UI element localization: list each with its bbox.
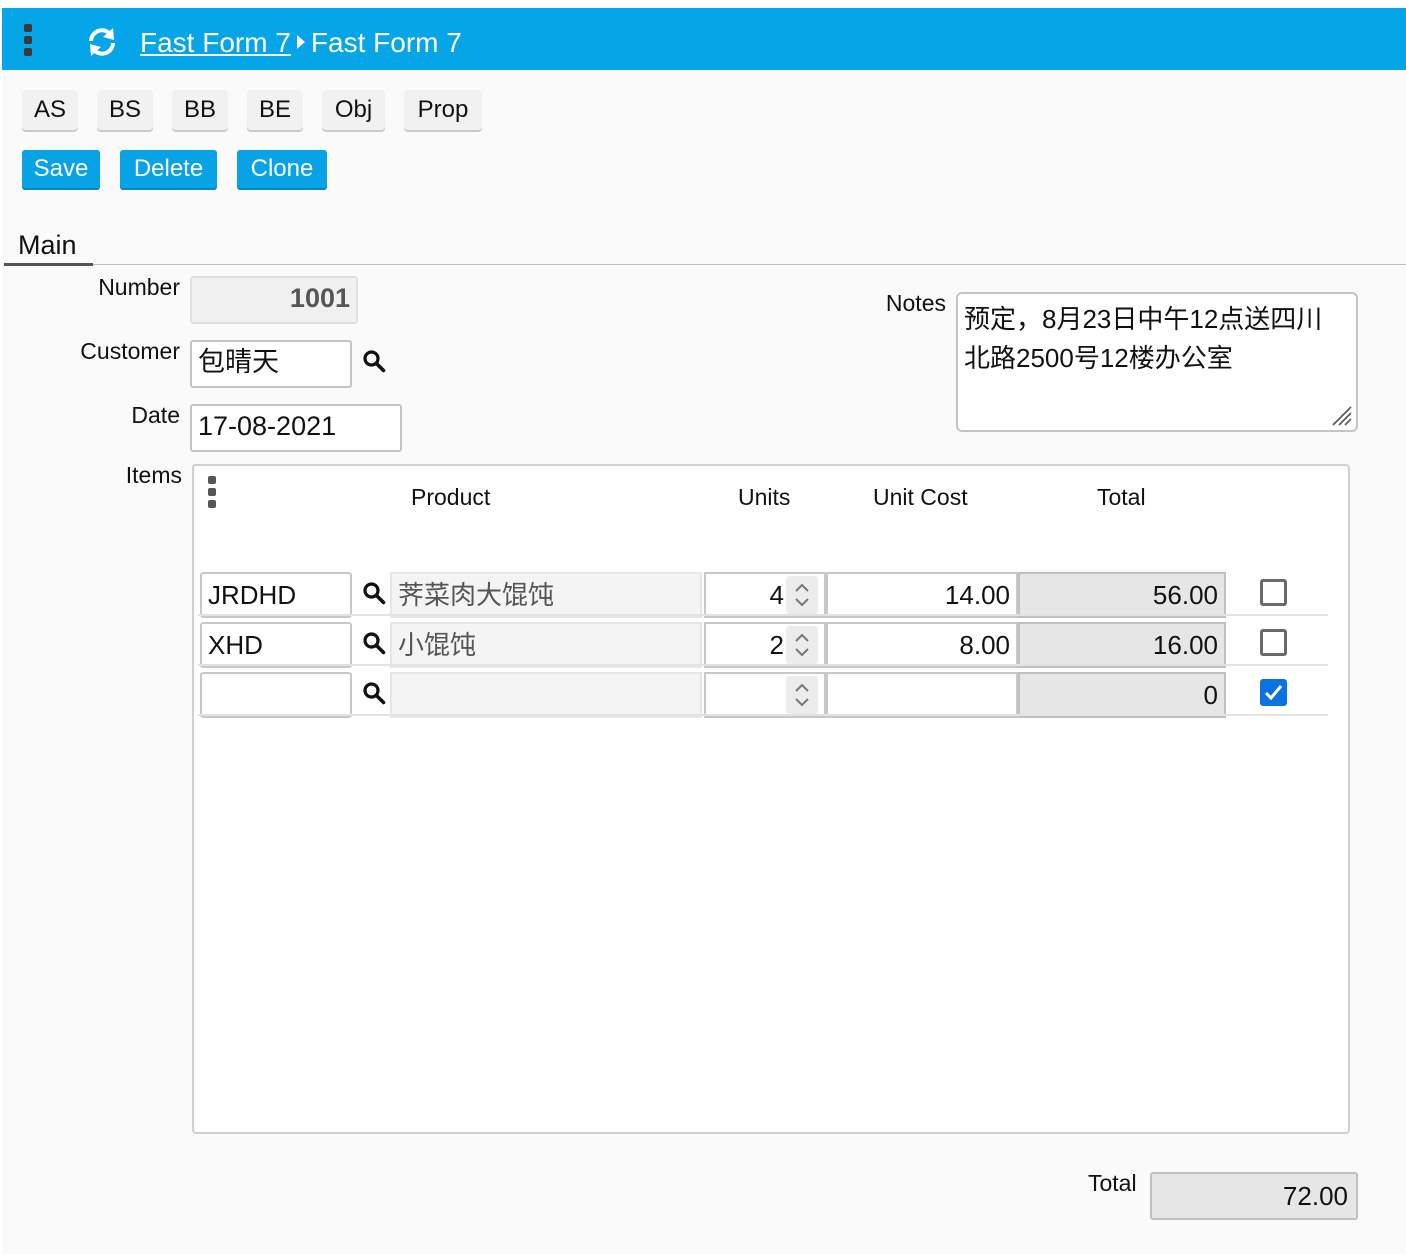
customer-label: Customer: [80, 338, 180, 364]
breadcrumb-current: Fast Form 7: [310, 27, 462, 58]
notes-textarea[interactable]: 预定，8月23日中午12点送四川 北路2500号12楼办公室: [956, 292, 1358, 432]
bs-button[interactable]: BS: [97, 90, 153, 130]
product-search-icon[interactable]: [362, 631, 386, 655]
row-divider: [198, 714, 1328, 716]
grid-menu-icon[interactable]: [208, 476, 218, 512]
notes-line: 北路2500号12楼办公室: [964, 343, 1233, 373]
be-button[interactable]: BE: [247, 90, 303, 130]
item-checkbox[interactable]: [1260, 629, 1287, 656]
caret-right-icon: [296, 35, 305, 49]
number-label: Number: [98, 274, 180, 300]
item-code-cell[interactable]: JRDHD: [200, 572, 352, 618]
item-total-cell: 0: [1018, 672, 1226, 718]
column-header-total: Total: [1097, 484, 1146, 510]
item-total-cell: 56.00: [1018, 572, 1226, 618]
customer-search-icon[interactable]: [362, 349, 386, 373]
title-bar: Fast Form 7 Fast Form 7: [2, 8, 1406, 70]
spinner-arrows-icon[interactable]: [786, 676, 818, 714]
number-field: 1001: [190, 276, 358, 324]
as-button[interactable]: AS: [22, 90, 78, 130]
column-header-unit-cost: Unit Cost: [873, 484, 968, 510]
item-checkbox-checked[interactable]: [1260, 679, 1287, 706]
item-product-cell: 小馄饨: [390, 622, 702, 668]
date-label: Date: [131, 402, 180, 428]
item-code-cell[interactable]: XHD: [200, 622, 352, 668]
item-unit-cost-cell[interactable]: 8.00: [826, 622, 1018, 668]
total-label: Total: [1088, 1170, 1137, 1196]
item-checkbox[interactable]: [1260, 579, 1287, 606]
row-divider: [198, 664, 1328, 666]
item-product-cell: 荠菜肉大馄饨: [390, 572, 702, 618]
obj-button[interactable]: Obj: [322, 90, 385, 130]
item-code-cell[interactable]: [200, 672, 352, 718]
customer-field[interactable]: 包晴天: [190, 340, 352, 388]
product-search-icon[interactable]: [362, 581, 386, 605]
clone-button[interactable]: Clone: [237, 150, 327, 188]
tab-main[interactable]: Main: [18, 230, 77, 261]
column-header-product: Product: [411, 484, 491, 510]
item-total-cell: 16.00: [1018, 622, 1226, 668]
checkmark-icon: [1264, 685, 1283, 701]
product-search-icon[interactable]: [362, 681, 386, 705]
breadcrumb-link[interactable]: Fast Form 7: [140, 27, 291, 58]
total-field: 72.00: [1150, 1172, 1358, 1220]
bb-button[interactable]: BB: [172, 90, 228, 130]
date-field[interactable]: 17-08-2021: [190, 404, 402, 452]
item-product-cell: [390, 672, 702, 718]
spinner-arrows-icon[interactable]: [786, 626, 818, 664]
resize-handle-icon[interactable]: [1329, 403, 1353, 427]
breadcrumb: Fast Form 7 Fast Form 7: [140, 26, 462, 60]
item-unit-cost-cell[interactable]: 14.00: [826, 572, 1018, 618]
spinner-arrows-icon[interactable]: [786, 576, 818, 614]
save-button[interactable]: Save: [22, 150, 100, 188]
row-divider: [198, 614, 1328, 616]
kebab-menu-icon[interactable]: [24, 24, 34, 60]
tab-active-indicator: [4, 263, 93, 266]
delete-button[interactable]: Delete: [120, 150, 217, 188]
column-header-units: Units: [738, 484, 791, 510]
item-unit-cost-cell[interactable]: [826, 672, 1018, 718]
notes-line: 预定，8月23日中午12点送四川: [964, 304, 1323, 334]
items-grid: [192, 464, 1350, 1134]
refresh-icon[interactable]: [86, 26, 118, 58]
prop-button[interactable]: Prop: [404, 90, 482, 130]
tab-divider: [93, 264, 1406, 265]
notes-label: Notes: [885, 290, 946, 316]
items-label: Items: [125, 462, 182, 488]
